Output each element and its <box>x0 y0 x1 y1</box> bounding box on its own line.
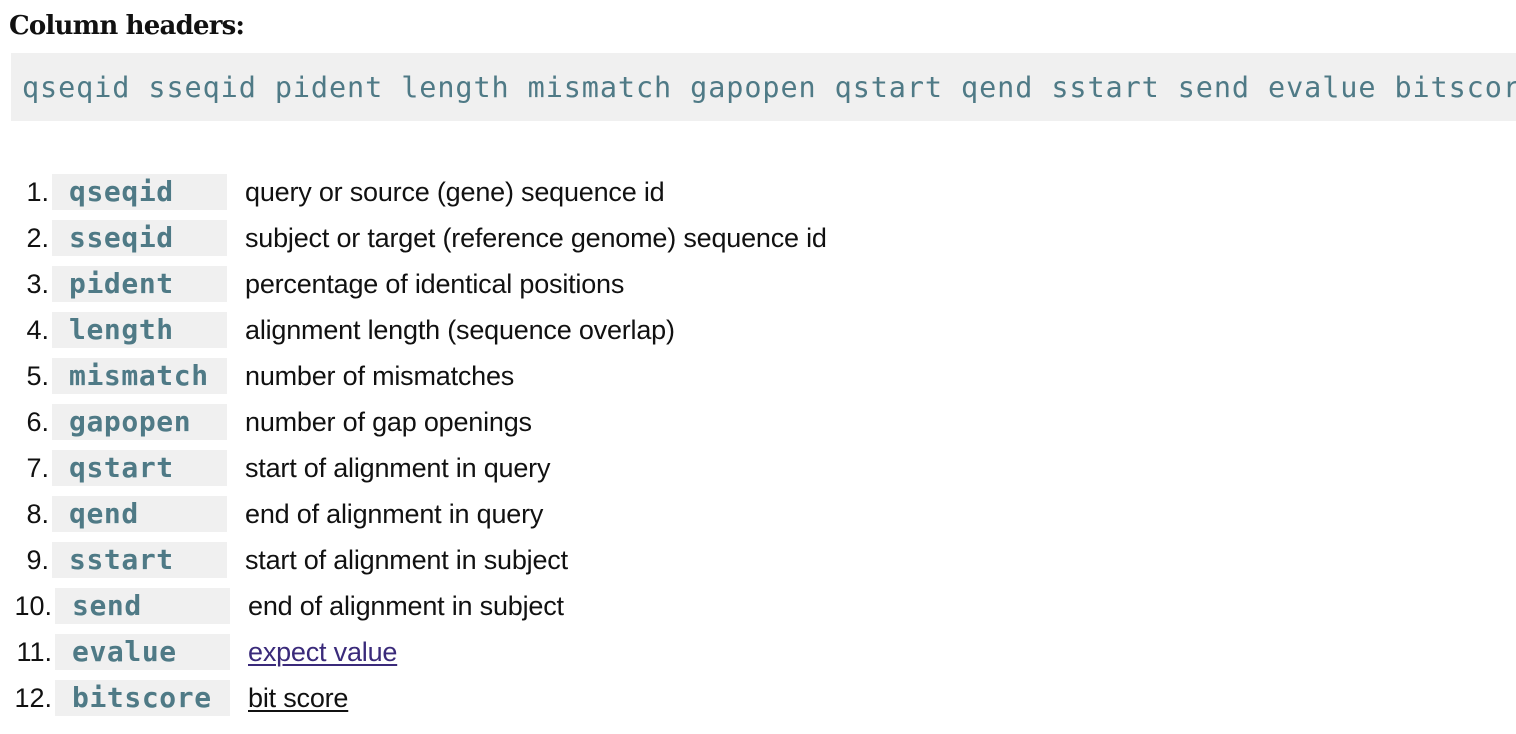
item-number: 4. <box>26 314 49 345</box>
column-description: end of alignment in query <box>245 498 544 529</box>
expect-value-link[interactable]: expect value <box>248 637 397 668</box>
list-item-send: 10. send end of alignment in subject <box>0 583 827 629</box>
column-code: pident <box>52 266 227 302</box>
column-description: subject or target (reference genome) seq… <box>245 222 827 253</box>
item-number: 1. <box>26 176 49 207</box>
list-item-gapopen: 6. gapopen number of gap openings <box>0 399 827 445</box>
item-number: 2. <box>26 222 49 253</box>
item-number: 8. <box>26 498 49 529</box>
column-description: start of alignment in subject <box>245 544 568 575</box>
section-heading: Column headers: <box>9 11 245 41</box>
item-number: 6. <box>26 406 49 437</box>
column-description: query or source (gene) sequence id <box>245 176 665 207</box>
list-item-qend: 8. qend end of alignment in query <box>0 491 827 537</box>
item-number: 12. <box>14 682 52 713</box>
list-item-sstart: 9. sstart start of alignment in subject <box>0 537 827 583</box>
list-item-evalue: 11. evalue expect value <box>0 629 827 675</box>
list-item-length: 4. length alignment length (sequence ove… <box>0 307 827 353</box>
list-item-mismatch: 5. mismatch number of mismatches <box>0 353 827 399</box>
column-code: qstart <box>52 450 227 486</box>
column-code: qseqid <box>52 174 227 210</box>
column-code: sstart <box>52 542 227 578</box>
list-item-qstart: 7. qstart start of alignment in query <box>0 445 827 491</box>
list-item-sseqid: 2. sseqid subject or target (reference g… <box>0 215 827 261</box>
item-number: 3. <box>26 268 49 299</box>
column-definitions-list: 1. qseqid query or source (gene) sequenc… <box>0 169 827 721</box>
column-code: evalue <box>55 634 230 670</box>
column-code: length <box>52 312 227 348</box>
list-item-pident: 3. pident percentage of identical positi… <box>0 261 827 307</box>
item-number: 11. <box>16 636 52 667</box>
item-number: 10. <box>14 590 52 621</box>
bit-score-link[interactable]: bit score <box>248 683 348 714</box>
column-code: gapopen <box>52 404 227 440</box>
column-code: mismatch <box>52 358 227 394</box>
column-code: bitscore <box>55 680 230 716</box>
item-number: 5. <box>26 360 49 391</box>
column-code: qend <box>52 496 227 532</box>
item-number: 7. <box>26 452 49 483</box>
column-description: alignment length (sequence overlap) <box>245 314 675 345</box>
item-number: 9. <box>26 544 49 575</box>
column-description: start of alignment in query <box>245 452 551 483</box>
column-description: end of alignment in subject <box>248 590 564 621</box>
column-code: sseqid <box>52 220 227 256</box>
column-description: number of mismatches <box>245 360 515 391</box>
list-item-qseqid: 1. qseqid query or source (gene) sequenc… <box>0 169 827 215</box>
column-description: percentage of identical positions <box>245 268 625 299</box>
column-description: number of gap openings <box>245 406 532 437</box>
column-code: send <box>55 588 230 624</box>
list-item-bitscore: 12. bitscore bit score <box>0 675 827 721</box>
column-headers-code-block: qseqid sseqid pident length mismatch gap… <box>11 53 1516 121</box>
